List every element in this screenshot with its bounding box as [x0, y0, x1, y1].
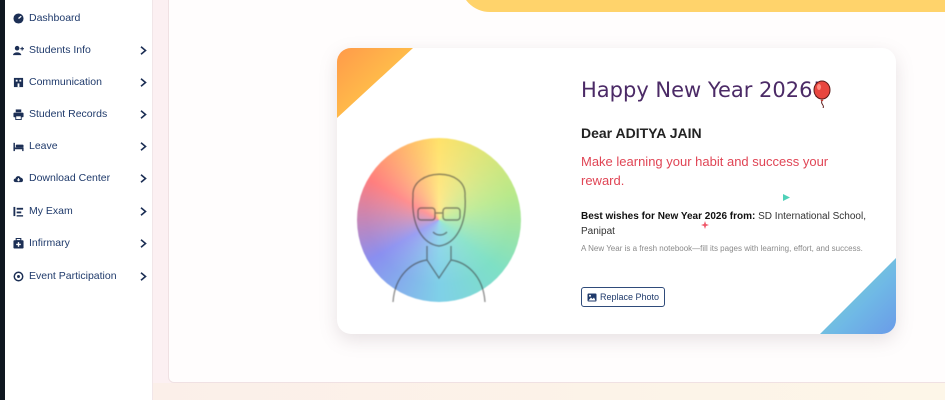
corner-decoration-bottom-right	[820, 258, 896, 334]
chevron-right-icon	[140, 141, 148, 151]
sidebar-item-label: Student Records	[29, 108, 108, 120]
chevron-right-icon	[140, 77, 148, 87]
sidebar-item-communication[interactable]: Communication	[12, 71, 148, 93]
sidebar-item-label: Leave	[29, 140, 58, 152]
sidebar-item-event-participation[interactable]: Event Participation	[12, 265, 148, 287]
sidebar-item-download-center[interactable]: Download Center	[12, 167, 148, 189]
sidebar-item-dashboard[interactable]: Dashboard	[12, 7, 148, 29]
sidebar-item-label: Communication	[29, 76, 102, 88]
cloud-download-icon	[12, 172, 24, 184]
first-aid-icon	[12, 237, 24, 249]
top-banner	[460, 0, 945, 12]
sidebar-item-label: Event Participation	[29, 270, 117, 282]
corner-decoration-top-left	[337, 48, 413, 118]
chevron-right-icon	[140, 238, 148, 248]
new-year-card: Happy New Year 2026! Dear ADITYA JAIN Ma…	[337, 48, 896, 334]
user-plus-icon	[12, 44, 24, 56]
bed-icon	[12, 140, 24, 152]
balloon-icon	[813, 80, 831, 108]
image-icon	[587, 293, 597, 301]
chevron-right-icon	[140, 206, 148, 216]
sidebar-item-label: Download Center	[29, 172, 111, 184]
new-year-note: A New Year is a fresh notebook—fill its …	[581, 244, 863, 253]
avatar-sketch	[392, 173, 486, 302]
sidebar-item-label: My Exam	[29, 205, 73, 217]
sidebar-item-student-records[interactable]: Student Records	[12, 103, 148, 125]
window-edge	[0, 0, 5, 400]
wishes-label: Best wishes for New Year 2026 from:	[581, 211, 756, 222]
sidebar-item-students-info[interactable]: Students Info	[12, 39, 148, 61]
chevron-right-icon	[140, 109, 148, 119]
sidebar-item-my-exam[interactable]: My Exam	[12, 200, 148, 222]
sidebar-item-label: Infirmary	[29, 237, 70, 249]
sidebar-item-label: Dashboard	[29, 12, 81, 24]
building-icon	[12, 76, 24, 88]
card-title: Happy New Year 2026!	[581, 78, 821, 102]
sidebar: Dashboard Students Info Communication St…	[0, 0, 153, 400]
printer-icon	[12, 108, 24, 120]
sparkle-dot-icon	[783, 194, 790, 201]
chevron-right-icon	[140, 271, 148, 281]
circle-dot-icon	[12, 270, 24, 282]
app-frame: Dashboard Students Info Communication St…	[0, 0, 945, 400]
replace-photo-button[interactable]: Replace Photo	[581, 287, 665, 307]
student-photo	[357, 138, 521, 302]
dashboard-icon	[12, 12, 24, 24]
chevron-right-icon	[140, 173, 148, 183]
sidebar-item-infirmary[interactable]: Infirmary	[12, 232, 148, 254]
sparkle-star-icon	[701, 221, 709, 229]
sidebar-item-leave[interactable]: Leave	[12, 135, 148, 157]
exam-icon	[12, 205, 24, 217]
wishes-line: Best wishes for New Year 2026 from: SD I…	[581, 209, 871, 239]
greeting-message: Make learning your habit and success you…	[581, 154, 829, 188]
greeting-name: Dear ADITYA JAIN	[581, 125, 702, 141]
main-footer-strip	[153, 383, 945, 400]
replace-photo-label: Replace Photo	[599, 292, 660, 302]
chevron-right-icon	[140, 45, 148, 55]
sidebar-item-label: Students Info	[29, 44, 91, 56]
